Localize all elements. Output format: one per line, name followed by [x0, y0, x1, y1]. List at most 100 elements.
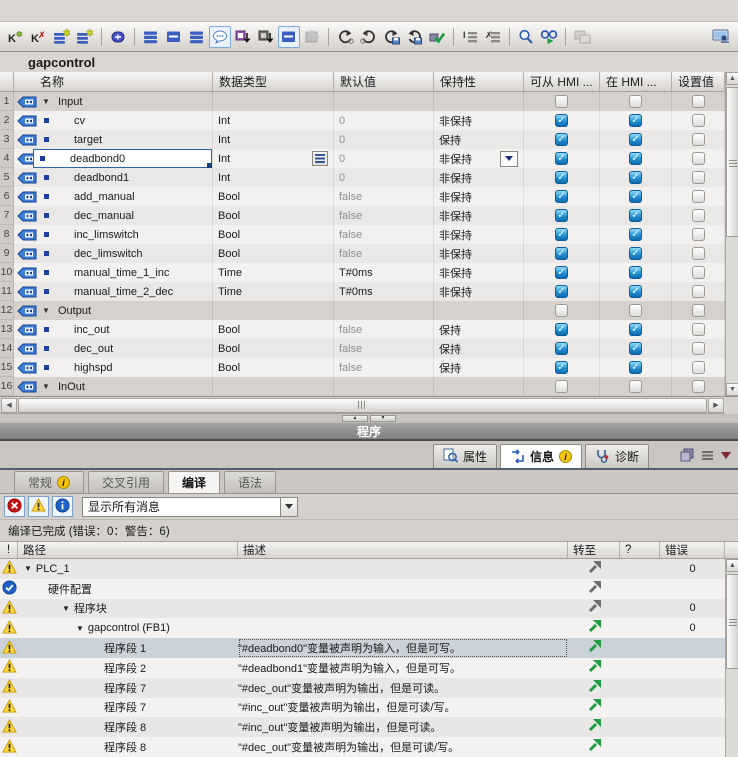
datatype-cell[interactable]: Bool: [213, 225, 334, 244]
column-header[interactable]: 可从 HMI ...: [524, 72, 600, 91]
retain-cell[interactable]: 保持: [434, 339, 524, 358]
default-value-cell[interactable]: T#0ms: [334, 263, 434, 282]
path-cell[interactable]: 硬件配置: [18, 579, 238, 599]
retain-cell[interactable]: 非保持: [434, 225, 524, 244]
message-row[interactable]: 程序段 7"#inc_out"变量被声明为输出，但是可读/写。: [0, 698, 738, 718]
setpoint-checkbox[interactable]: [692, 247, 705, 260]
hmi-accessible-checkbox[interactable]: [555, 380, 568, 393]
scroll-down-button[interactable]: ▼: [726, 383, 738, 396]
retain-cell[interactable]: [434, 301, 524, 320]
path-cell[interactable]: ▼PLC_1: [18, 559, 238, 579]
search-icon[interactable]: [515, 26, 537, 48]
warnings-filter-button[interactable]: [28, 496, 49, 517]
name-cell[interactable]: deadbond1: [14, 168, 213, 187]
hmi-visible-checkbox[interactable]: ✓: [629, 342, 642, 355]
hmi-visible-checkbox[interactable]: ✓: [629, 133, 642, 146]
datatype-cell[interactable]: Time: [213, 282, 334, 301]
interface-variable-row[interactable]: 10manual_time_1_incTimeT#0ms非保持✓✓: [0, 263, 738, 282]
scroll-right-button[interactable]: ▶: [708, 398, 724, 413]
default-value[interactable]: false: [339, 248, 362, 260]
hmi-accessible-checkbox[interactable]: ✓: [555, 152, 568, 165]
retain-dropdown-button[interactable]: [500, 151, 518, 167]
description-cell[interactable]: "#inc_out"变量被声明为输出，但是可读。: [238, 717, 568, 737]
retain-value[interactable]: 非保持: [439, 246, 472, 262]
help-header[interactable]: ?: [620, 542, 660, 558]
default-value-cell[interactable]: 0: [334, 149, 434, 168]
retain-cell[interactable]: [434, 92, 524, 111]
retain-value[interactable]: 非保持: [439, 265, 472, 281]
description-cell[interactable]: "#dec_out"变量被声明为输出，但是可读/写。: [238, 737, 568, 757]
retain-value[interactable]: 保持: [439, 132, 461, 148]
datatype-cell[interactable]: Bool: [213, 187, 334, 206]
interface-variable-row[interactable]: 2cvInt0非保持✓✓: [0, 111, 738, 130]
name-cell[interactable]: ▼Input: [14, 92, 213, 111]
interface-vertical-scrollbar[interactable]: ▲ ▼: [725, 72, 738, 396]
retain-cell[interactable]: 保持: [434, 358, 524, 377]
default-value-cell[interactable]: false: [334, 244, 434, 263]
goto-header[interactable]: 转至: [568, 542, 620, 558]
path-cell[interactable]: ▼gapcontrol (FB1): [18, 618, 238, 638]
hmi-accessible-checkbox[interactable]: ✓: [555, 190, 568, 203]
hmi-accessible-checkbox[interactable]: ✓: [555, 361, 568, 374]
update-interface-icon[interactable]: [107, 26, 129, 48]
default-value-cell[interactable]: false: [334, 206, 434, 225]
hmi-accessible-checkbox[interactable]: [555, 95, 568, 108]
monitoring-icon[interactable]: [538, 26, 560, 48]
scrollbar-thumb[interactable]: [726, 574, 738, 669]
path-cell[interactable]: 程序段 2: [18, 658, 238, 678]
datatype-cell[interactable]: Bool: [213, 358, 334, 377]
scroll-up-button[interactable]: ▲: [726, 72, 738, 85]
path-cell[interactable]: 程序段 1: [18, 638, 238, 658]
default-value-cell[interactable]: 0: [334, 111, 434, 130]
description-cell[interactable]: [238, 618, 568, 638]
datatype-cell[interactable]: [213, 92, 334, 111]
scroll-up-button[interactable]: ▲: [726, 559, 738, 572]
error-header[interactable]: 错误: [660, 542, 725, 558]
interface-section-row[interactable]: 1▼Input: [0, 92, 738, 111]
column-header[interactable]: 保持性: [434, 72, 524, 91]
split-editor-icon[interactable]: [571, 26, 593, 48]
setpoint-checkbox[interactable]: [692, 152, 705, 165]
name-cell[interactable]: highspd: [14, 358, 213, 377]
setpoint-checkbox[interactable]: [692, 266, 705, 279]
hmi-accessible-checkbox[interactable]: ✓: [555, 114, 568, 127]
hmi-accessible-checkbox[interactable]: ✓: [555, 285, 568, 298]
retain-value[interactable]: 非保持: [439, 170, 472, 186]
goto-arrow-icon[interactable]: [588, 660, 601, 676]
collapse-triangle-icon[interactable]: ▼: [42, 307, 50, 315]
delete-network-icon[interactable]: ✗: [482, 26, 504, 48]
datatype-cell[interactable]: Bool: [213, 206, 334, 225]
setpoint-checkbox[interactable]: [692, 304, 705, 317]
default-value[interactable]: false: [339, 343, 362, 355]
name-cell[interactable]: deadbond0: [14, 149, 213, 168]
splitter-collapse-up-button[interactable]: ▲: [342, 415, 368, 422]
hmi-visible-checkbox[interactable]: ✓: [629, 228, 642, 241]
retain-value[interactable]: 非保持: [439, 284, 472, 300]
setpoint-checkbox[interactable]: [692, 171, 705, 184]
hmi-accessible-checkbox[interactable]: ✓: [555, 171, 568, 184]
datatype-cell[interactable]: Bool: [213, 244, 334, 263]
goto-arrow-icon[interactable]: [588, 640, 601, 656]
message-vertical-scrollbar[interactable]: ▲: [725, 559, 738, 757]
retain-cell[interactable]: 非保持: [434, 111, 524, 130]
name-cell[interactable]: dec_out: [14, 339, 213, 358]
column-header[interactable]: 设置值: [672, 72, 725, 91]
hmi-visible-checkbox[interactable]: ✓: [629, 209, 642, 222]
default-value[interactable]: false: [339, 210, 362, 222]
hmi-accessible-checkbox[interactable]: ✓: [555, 247, 568, 260]
default-value-cell[interactable]: [334, 301, 434, 320]
hmi-visible-checkbox[interactable]: ✓: [629, 152, 642, 165]
name-cell[interactable]: dec_limswitch: [14, 244, 213, 263]
default-value[interactable]: false: [339, 362, 362, 374]
description-cell[interactable]: "#dec_out"变量被声明为输出，但是可读。: [238, 678, 568, 698]
datatype-cell[interactable]: Time: [213, 263, 334, 282]
open-editor-icon[interactable]: [710, 25, 732, 47]
default-value[interactable]: T#0ms: [339, 286, 373, 298]
setpoint-checkbox[interactable]: [692, 190, 705, 203]
retain-value[interactable]: 保持: [439, 341, 461, 357]
save-snapshot-icon[interactable]: [403, 26, 425, 48]
add-row-icon[interactable]: ✱: [51, 26, 73, 48]
description-cell[interactable]: "#inc_out"变量被声明为输出，但是可读/写。: [238, 698, 568, 718]
name-edit-box[interactable]: deadbond0: [33, 149, 212, 168]
retain-value[interactable]: 非保持: [439, 189, 472, 205]
